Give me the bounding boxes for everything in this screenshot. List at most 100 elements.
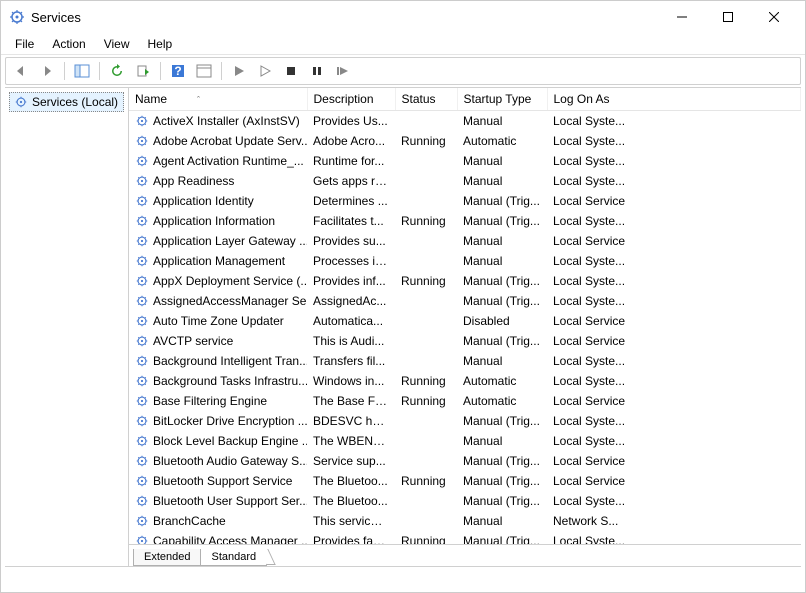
restart-service-button[interactable]: [332, 60, 354, 82]
service-name: Background Intelligent Tran...: [153, 354, 307, 368]
service-row[interactable]: Capability Access Manager ...Provides fa…: [129, 531, 801, 545]
menu-file[interactable]: File: [7, 35, 42, 53]
maximize-button[interactable]: [705, 1, 751, 33]
service-gear-icon: [135, 354, 149, 368]
service-row[interactable]: Application ManagementProcesses in...Man…: [129, 251, 801, 271]
service-gear-icon: [135, 174, 149, 188]
services-icon: [14, 95, 28, 109]
service-row[interactable]: Adobe Acrobat Update Serv...Adobe Acro..…: [129, 131, 801, 151]
service-row[interactable]: Base Filtering EngineThe Base Fil...Runn…: [129, 391, 801, 411]
service-row[interactable]: ActiveX Installer (AxInstSV)Provides Us.…: [129, 111, 801, 131]
service-row[interactable]: App ReadinessGets apps re...ManualLocal …: [129, 171, 801, 191]
service-status: Running: [395, 271, 457, 291]
service-name: Base Filtering Engine: [153, 394, 267, 408]
service-name: ActiveX Installer (AxInstSV): [153, 114, 300, 128]
service-startup-type: Manual (Trig...: [457, 331, 547, 351]
services-table-scroll[interactable]: Nameˆ Description Status Startup Type Lo…: [129, 88, 801, 544]
service-row[interactable]: Agent Activation Runtime_...Runtime for.…: [129, 151, 801, 171]
service-name: Application Management: [153, 254, 285, 268]
title-bar: Services: [1, 1, 805, 33]
service-startup-type: Manual (Trig...: [457, 491, 547, 511]
service-description: BDESVC hos...: [307, 411, 395, 431]
service-row[interactable]: AssignedAccessManager Se...AssignedAc...…: [129, 291, 801, 311]
service-status: [395, 191, 457, 211]
content-area: Services (Local) Nameˆ Description Statu…: [5, 87, 801, 566]
service-row[interactable]: Application Layer Gateway ...Provides su…: [129, 231, 801, 251]
service-gear-icon: [135, 454, 149, 468]
service-gear-icon: [135, 294, 149, 308]
service-log-on-as: Local Service: [547, 471, 801, 491]
service-row[interactable]: BranchCacheThis service ...ManualNetwork…: [129, 511, 801, 531]
help-button[interactable]: ?: [167, 60, 189, 82]
service-log-on-as: Local Service: [547, 451, 801, 471]
back-button[interactable]: [10, 60, 32, 82]
column-header-log-on-as[interactable]: Log On As: [547, 88, 801, 111]
service-row[interactable]: BitLocker Drive Encryption ...BDESVC hos…: [129, 411, 801, 431]
export-list-button[interactable]: [132, 60, 154, 82]
service-startup-type: Automatic: [457, 131, 547, 151]
service-status: [395, 171, 457, 191]
service-startup-type: Manual (Trig...: [457, 271, 547, 291]
service-description: Provides su...: [307, 231, 395, 251]
service-row[interactable]: Block Level Backup Engine ...The WBENG..…: [129, 431, 801, 451]
service-log-on-as: Local Syste...: [547, 211, 801, 231]
menu-view[interactable]: View: [96, 35, 138, 53]
service-gear-icon: [135, 534, 149, 545]
column-header-description[interactable]: Description: [307, 88, 395, 111]
service-gear-icon: [135, 134, 149, 148]
service-log-on-as: Local Syste...: [547, 271, 801, 291]
service-gear-icon: [135, 374, 149, 388]
properties-button[interactable]: [193, 60, 215, 82]
service-log-on-as: Local Syste...: [547, 291, 801, 311]
stop-service-button[interactable]: [280, 60, 302, 82]
service-description: This is Audi...: [307, 331, 395, 351]
service-startup-type: Manual (Trig...: [457, 291, 547, 311]
view-tabs: Extended Standard: [129, 544, 801, 566]
tab-extended[interactable]: Extended: [133, 549, 201, 566]
service-description: Gets apps re...: [307, 171, 395, 191]
menu-action[interactable]: Action: [44, 35, 93, 53]
table-header-row: Nameˆ Description Status Startup Type Lo…: [129, 88, 801, 111]
services-window: Services File Action View Help ?: [0, 0, 806, 593]
service-startup-type: Manual: [457, 151, 547, 171]
service-row[interactable]: Auto Time Zone UpdaterAutomatica...Disab…: [129, 311, 801, 331]
service-startup-type: Manual (Trig...: [457, 191, 547, 211]
service-log-on-as: Local Service: [547, 231, 801, 251]
service-row[interactable]: AppX Deployment Service (...Provides inf…: [129, 271, 801, 291]
service-startup-type: Manual (Trig...: [457, 411, 547, 431]
service-row[interactable]: Bluetooth User Support Ser...The Bluetoo…: [129, 491, 801, 511]
service-log-on-as: Network S...: [547, 511, 801, 531]
tree-root-services-local[interactable]: Services (Local): [9, 92, 124, 112]
service-description: Runtime for...: [307, 151, 395, 171]
start-service-button[interactable]: [228, 60, 250, 82]
service-row[interactable]: Background Tasks Infrastru...Windows in.…: [129, 371, 801, 391]
column-header-name[interactable]: Nameˆ: [129, 88, 307, 111]
service-startup-type: Disabled: [457, 311, 547, 331]
service-startup-type: Manual: [457, 171, 547, 191]
column-header-status[interactable]: Status: [395, 88, 457, 111]
service-gear-icon: [135, 334, 149, 348]
toolbar-separator: [221, 62, 222, 80]
service-row[interactable]: Application IdentityDetermines ...Manual…: [129, 191, 801, 211]
service-row[interactable]: AVCTP serviceThis is Audi...Manual (Trig…: [129, 331, 801, 351]
minimize-button[interactable]: [659, 1, 705, 33]
service-row[interactable]: Bluetooth Support ServiceThe Bluetoo...R…: [129, 471, 801, 491]
service-row[interactable]: Background Intelligent Tran...Transfers …: [129, 351, 801, 371]
menu-bar: File Action View Help: [1, 33, 805, 55]
close-button[interactable]: [751, 1, 797, 33]
service-name: Bluetooth User Support Ser...: [153, 494, 307, 508]
service-gear-icon: [135, 154, 149, 168]
tab-standard[interactable]: Standard: [200, 549, 267, 566]
pause-service-button[interactable]: [306, 60, 328, 82]
service-row[interactable]: Bluetooth Audio Gateway S...Service sup.…: [129, 451, 801, 471]
menu-help[interactable]: Help: [140, 35, 181, 53]
column-header-startup-type[interactable]: Startup Type: [457, 88, 547, 111]
forward-button[interactable]: [36, 60, 58, 82]
start-service2-button[interactable]: [254, 60, 276, 82]
service-description: AssignedAc...: [307, 291, 395, 311]
service-description: The Bluetoo...: [307, 491, 395, 511]
refresh-button[interactable]: [106, 60, 128, 82]
show-hide-tree-button[interactable]: [71, 60, 93, 82]
service-log-on-as: Local Syste...: [547, 251, 801, 271]
service-row[interactable]: Application InformationFacilitates t...R…: [129, 211, 801, 231]
